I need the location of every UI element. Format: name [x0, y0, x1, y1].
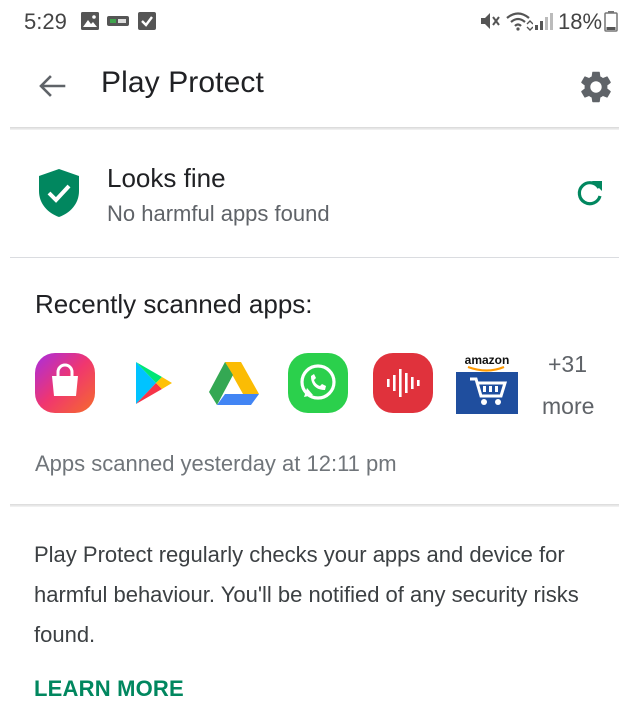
amazon-shopping-icon[interactable]: amazon	[456, 352, 518, 414]
status-subtitle: No harmful apps found	[107, 201, 330, 226]
section-divider	[10, 257, 619, 258]
scan-timestamp: Apps scanned yesterday at 12:11 pm	[35, 451, 397, 476]
play-store-icon[interactable]	[122, 352, 184, 414]
app-bar-divider	[10, 127, 619, 130]
voice-recorder-icon[interactable]	[372, 352, 434, 414]
more-apps-label: more	[542, 393, 595, 419]
status-bar: 5:29 18%	[0, 0, 619, 44]
image-icon	[81, 12, 99, 30]
shield-check-icon	[39, 169, 79, 217]
checkbox-notification-icon	[138, 12, 156, 30]
status-title: Looks fine	[107, 163, 226, 193]
recent-apps-heading: Recently scanned apps:	[35, 289, 313, 319]
page-title: Play Protect	[101, 66, 264, 99]
back-button[interactable]	[34, 68, 70, 104]
learn-more-link[interactable]: LEARN MORE	[34, 676, 184, 702]
notification-app-icon	[107, 16, 129, 26]
settings-button[interactable]	[577, 68, 615, 106]
whatsapp-icon[interactable]	[287, 352, 349, 414]
arrow-left-icon	[39, 75, 66, 97]
more-apps-count: +31	[548, 351, 588, 377]
play-protect-description: Play Protect regularly checks your apps …	[34, 542, 579, 647]
battery-percent: 18%	[558, 9, 603, 34]
battery-icon	[604, 11, 618, 32]
gear-icon	[581, 71, 611, 103]
mute-icon	[481, 13, 500, 29]
wifi-icon	[506, 12, 533, 31]
amazon-logo-text: amazon	[465, 353, 510, 367]
galaxy-store-icon[interactable]	[34, 352, 96, 414]
google-drive-icon[interactable]	[203, 352, 265, 414]
status-time: 5:29	[24, 9, 67, 34]
app-bar: Play Protect	[0, 44, 619, 128]
signal-icon	[535, 13, 553, 30]
refresh-button[interactable]	[573, 176, 607, 210]
section-divider-shadow	[10, 504, 619, 507]
